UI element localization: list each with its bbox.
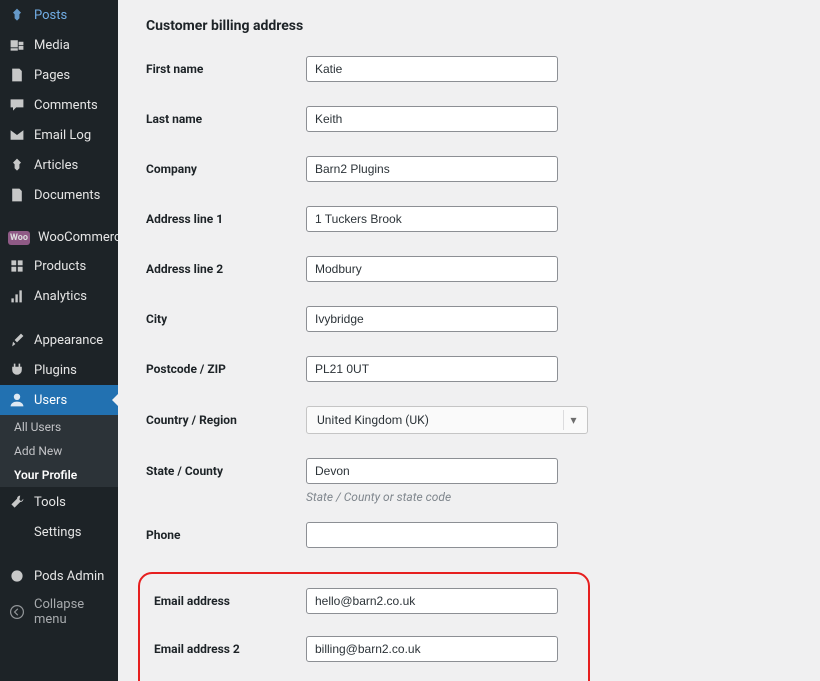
last-name-input[interactable]: [306, 106, 558, 132]
label-company: Company: [146, 162, 306, 176]
page-title: Customer billing address: [146, 18, 820, 34]
sidebar-label: Articles: [34, 158, 78, 173]
sidebar-item-products[interactable]: Products: [0, 251, 118, 281]
sidebar-item-plugins[interactable]: Plugins: [0, 355, 118, 385]
country-select-value: United Kingdom (UK): [317, 413, 429, 427]
email2-input[interactable]: [306, 636, 558, 662]
chevron-down-icon: ▾: [563, 410, 583, 430]
pin-icon: [8, 156, 26, 174]
sidebar-label: Comments: [34, 98, 98, 113]
sidebar-sub-add-new[interactable]: Add New: [0, 439, 118, 463]
sidebar-item-media[interactable]: Media: [0, 30, 118, 60]
sidebar-label: WooCommerce: [38, 230, 118, 245]
main-content: Customer billing address First name Last…: [118, 0, 820, 681]
state-description: State / County or state code: [306, 490, 820, 504]
state-input[interactable]: [306, 458, 558, 484]
postcode-input[interactable]: [306, 356, 558, 382]
sidebar-label: Media: [34, 38, 70, 53]
comment-icon: [8, 96, 26, 114]
page-icon: [8, 66, 26, 84]
sidebar-item-collapse[interactable]: Collapse menu: [0, 591, 118, 633]
sidebar-item-tools[interactable]: Tools: [0, 487, 118, 517]
sidebar-item-woocommerce[interactable]: Woo WooCommerce: [0, 224, 118, 251]
sidebar-label: Email Log: [34, 128, 91, 143]
sidebar-label: Collapse menu: [34, 597, 110, 627]
sidebar-item-analytics[interactable]: Analytics: [0, 281, 118, 311]
label-address1: Address line 1: [146, 212, 306, 226]
label-country: Country / Region: [146, 413, 306, 427]
sidebar-label: Pods Admin: [34, 569, 104, 584]
email-highlight-box: Email address Email address 2 Email addr…: [138, 572, 590, 681]
sidebar-label: Settings: [34, 525, 81, 540]
city-input[interactable]: [306, 306, 558, 332]
pods-icon: [8, 567, 26, 585]
label-first-name: First name: [146, 62, 306, 76]
sidebar-label: Pages: [34, 68, 70, 83]
sidebar-item-settings[interactable]: Settings: [0, 517, 118, 547]
address2-input[interactable]: [306, 256, 558, 282]
pin-icon: [8, 6, 26, 24]
woocommerce-icon: Woo: [8, 231, 30, 245]
sidebar-item-posts[interactable]: Posts: [0, 0, 118, 30]
sidebar-label: Posts: [34, 8, 67, 23]
label-state: State / County: [146, 464, 306, 478]
company-input[interactable]: [306, 156, 558, 182]
address1-input[interactable]: [306, 206, 558, 232]
mail-icon: [8, 126, 26, 144]
label-phone: Phone: [146, 528, 306, 542]
products-icon: [8, 257, 26, 275]
sidebar-sub-all-users[interactable]: All Users: [0, 415, 118, 439]
country-select[interactable]: United Kingdom (UK) ▾: [306, 406, 588, 434]
brush-icon: [8, 331, 26, 349]
plug-icon: [8, 361, 26, 379]
sidebar-item-appearance[interactable]: Appearance: [0, 325, 118, 355]
label-city: City: [146, 312, 306, 326]
sidebar-label: Appearance: [34, 333, 103, 348]
sidebar-label: Plugins: [34, 363, 77, 378]
label-email2: Email address 2: [144, 642, 306, 656]
collapse-icon: [8, 603, 26, 621]
label-address2: Address line 2: [146, 262, 306, 276]
sidebar-item-comments[interactable]: Comments: [0, 90, 118, 120]
phone-input[interactable]: [306, 522, 558, 548]
sidebar-item-pods[interactable]: Pods Admin: [0, 561, 118, 591]
document-icon: [8, 186, 26, 204]
sidebar-item-documents[interactable]: Documents: [0, 180, 118, 210]
label-email1: Email address: [144, 594, 306, 608]
media-icon: [8, 36, 26, 54]
sidebar-label: Analytics: [34, 289, 87, 304]
label-postcode: Postcode / ZIP: [146, 362, 306, 376]
sidebar-label: Tools: [34, 495, 66, 510]
sidebar-sub-your-profile[interactable]: Your Profile: [0, 463, 118, 487]
label-last-name: Last name: [146, 112, 306, 126]
sidebar-item-pages[interactable]: Pages: [0, 60, 118, 90]
sidebar-item-email-log[interactable]: Email Log: [0, 120, 118, 150]
sidebar-item-users[interactable]: Users: [0, 385, 118, 415]
sidebar-item-articles[interactable]: Articles: [0, 150, 118, 180]
sidebar-label: Products: [34, 259, 86, 274]
sliders-icon: [8, 523, 26, 541]
email1-input[interactable]: [306, 588, 558, 614]
sidebar-label: Users: [34, 393, 67, 408]
user-icon: [8, 391, 26, 409]
admin-sidebar: Posts Media Pages Comments Email Log Art…: [0, 0, 118, 681]
wrench-icon: [8, 493, 26, 511]
first-name-input[interactable]: [306, 56, 558, 82]
analytics-icon: [8, 287, 26, 305]
sidebar-label: Documents: [34, 188, 100, 203]
